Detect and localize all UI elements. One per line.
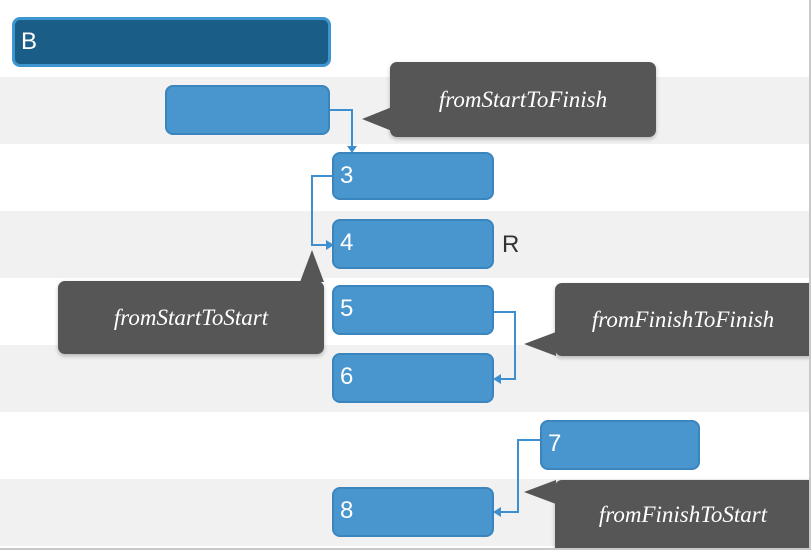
link-finish-to-finish: [494, 311, 516, 380]
callout-text: fromFinishToFinish: [591, 306, 775, 332]
callout-from-finish-to-finish: fromFinishToFinish: [555, 283, 809, 356]
task-bar-parent-b[interactable]: B: [12, 17, 331, 67]
callout-from-start-to-start: fromStartToStart: [58, 281, 324, 354]
callout-text: fromFinishToStart: [598, 502, 768, 527]
link-start-to-finish: [330, 109, 353, 148]
task-label: 7: [548, 430, 562, 457]
callout-pointer: [362, 107, 392, 131]
task-label: 3: [340, 162, 354, 189]
task-flag-r: R: [502, 231, 520, 258]
gantt-canvas: B 3 4 R 5 6 7 8 fromStartToFinish fromSt…: [0, 0, 811, 550]
task-label: B: [21, 28, 38, 55]
callout-from-finish-to-start: fromFinishToStart: [555, 480, 809, 548]
task-bar-4[interactable]: 4: [332, 219, 494, 269]
callout-text: fromStartToFinish: [438, 86, 608, 112]
link-arrowhead: [493, 507, 501, 517]
task-label: 5: [340, 295, 354, 322]
callout-text: fromStartToStart: [113, 304, 269, 330]
task-label: 8: [340, 497, 354, 524]
callout-pointer: [524, 332, 556, 356]
callout-from-start-to-finish: fromStartToFinish: [390, 62, 656, 137]
task-bar-7[interactable]: 7: [540, 420, 700, 470]
callout-pointer: [524, 480, 556, 504]
task-bar-5[interactable]: 5: [332, 285, 494, 335]
link-start-to-start: [311, 175, 332, 246]
task-bar-8[interactable]: 8: [332, 487, 494, 537]
task-bar-6[interactable]: 6: [332, 353, 494, 403]
task-label: 4: [340, 229, 354, 256]
link-arrowhead: [493, 374, 501, 384]
task-bar-3[interactable]: 3: [332, 152, 494, 200]
task-label: 6: [340, 363, 354, 390]
task-bar[interactable]: [165, 85, 330, 135]
callout-pointer: [300, 250, 324, 282]
